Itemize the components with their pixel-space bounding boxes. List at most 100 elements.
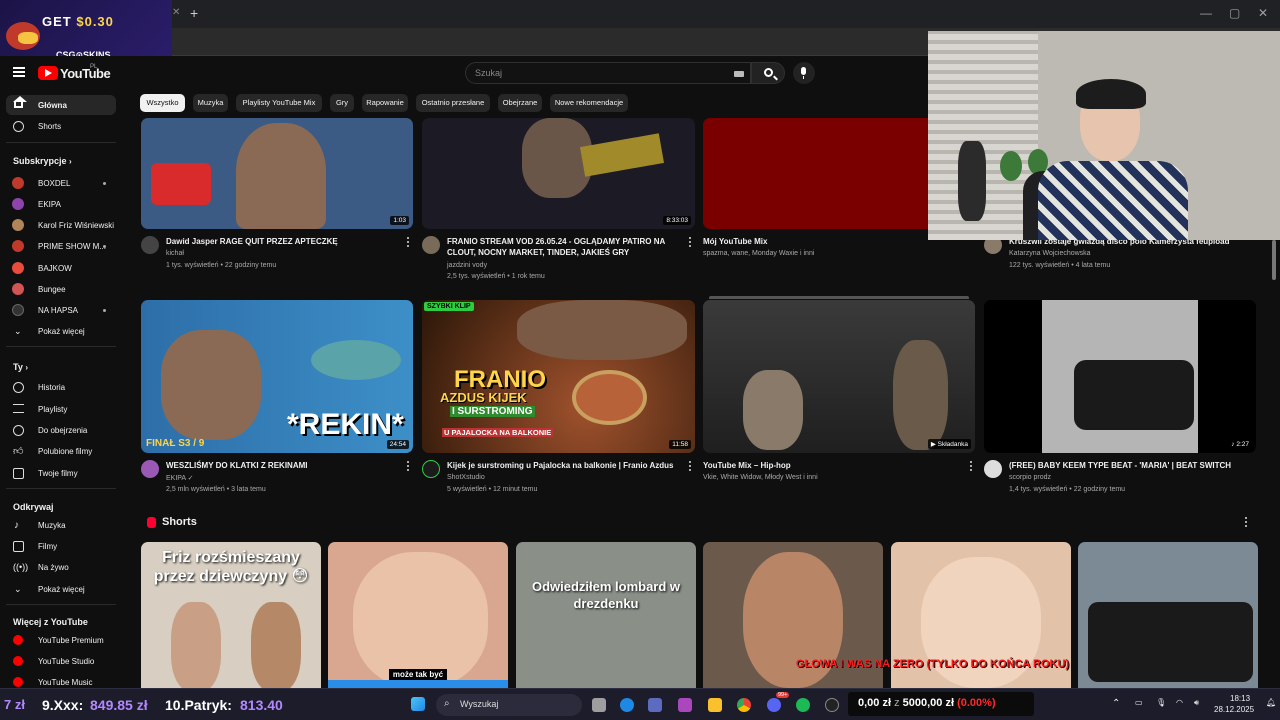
sidebar-item-ekipa[interactable]: EKIPA bbox=[6, 194, 116, 214]
chip-games[interactable]: Gry bbox=[330, 94, 354, 112]
sidebar-item-music[interactable]: ♪ Muzyka bbox=[6, 515, 116, 535]
search-button[interactable] bbox=[751, 62, 785, 84]
you-heading[interactable]: Ty › bbox=[13, 362, 28, 372]
wifi-icon[interactable]: ◠ bbox=[1176, 698, 1183, 707]
close-window-button[interactable]: ✕ bbox=[1258, 6, 1268, 20]
video-thumbnail[interactable]: ♪ 2:27 bbox=[984, 300, 1256, 453]
sidebar-item-boxdel[interactable]: BOXDEL bbox=[6, 173, 116, 193]
chrome-icon[interactable] bbox=[737, 698, 751, 712]
sidebar-show-more-subs[interactable]: ⌄ Pokaż więcej bbox=[6, 321, 116, 341]
voice-search-button[interactable] bbox=[793, 62, 815, 84]
obs-icon[interactable] bbox=[825, 698, 839, 712]
short-card[interactable] bbox=[1078, 542, 1258, 688]
sidebar-item-karol-friz[interactable]: Karol Friz Wiśniewski bbox=[6, 215, 116, 235]
more-options-icon[interactable] bbox=[689, 461, 692, 471]
copilot-icon[interactable] bbox=[678, 698, 692, 712]
more-options-icon[interactable] bbox=[689, 237, 692, 247]
new-tab-button[interactable]: + bbox=[190, 5, 198, 21]
microphone-icon[interactable]: 🎙︎ bbox=[1156, 698, 1166, 707]
hamburger-menu-icon[interactable] bbox=[13, 67, 25, 77]
minimize-button[interactable]: — bbox=[1200, 6, 1212, 20]
short-card[interactable]: Friz rozśmieszany przez dziewczyny 😳 bbox=[141, 542, 321, 688]
notifications-icon[interactable]: 🔔︎ bbox=[1266, 698, 1276, 707]
channel-avatar[interactable] bbox=[422, 460, 440, 478]
video-title[interactable]: YouTube Mix – Hip-hop bbox=[703, 460, 953, 471]
video-channel[interactable]: jazdzini vody bbox=[447, 262, 487, 269]
video-channel[interactable]: ShotXstudio bbox=[447, 474, 485, 481]
keyboard-icon[interactable] bbox=[734, 71, 744, 77]
chip-all[interactable]: Wszystko bbox=[140, 94, 185, 112]
sidebar-item-home[interactable]: Główna bbox=[6, 95, 116, 115]
restore-button[interactable]: ▢ bbox=[1229, 6, 1240, 20]
video-title[interactable]: FRANIO STREAM VOD 26.05.24 - OGLĄDAMY PA… bbox=[447, 236, 677, 258]
chip-recently-uploaded[interactable]: Ostatnio przesłane bbox=[416, 94, 490, 112]
network-drive-icon[interactable]: ▭ bbox=[1135, 698, 1143, 707]
page-scrollbar[interactable] bbox=[1272, 240, 1276, 280]
chip-youtube-mix[interactable]: Playlisty YouTube Mix bbox=[236, 94, 322, 112]
video-thumbnail[interactable]: SZYBKI KLIP FRANIO AZDUS KIJEK I SURSTRO… bbox=[422, 300, 695, 453]
clock-date[interactable]: 28.12.2025 bbox=[1214, 705, 1254, 714]
sidebar-item-youtube-studio[interactable]: YouTube Studio bbox=[6, 651, 116, 671]
video-thumbnail[interactable]: 1:03 bbox=[141, 118, 413, 229]
clock-time[interactable]: 18:13 bbox=[1230, 694, 1250, 703]
sidebar-show-more-explore[interactable]: ⌄ Pokaż więcej bbox=[6, 579, 116, 599]
video-channel[interactable]: scorpio prodz bbox=[1009, 474, 1051, 481]
sidebar-item-playlists[interactable]: Playlisty bbox=[6, 399, 116, 419]
chip-rap[interactable]: Rapowanie bbox=[362, 94, 408, 112]
sidebar-item-liked[interactable]: 👍︎ Polubione filmy bbox=[6, 441, 116, 461]
sidebar-item-prime-show[interactable]: PRIME SHOW M... bbox=[6, 236, 116, 256]
file-explorer-icon[interactable] bbox=[708, 698, 722, 712]
video-title[interactable]: (FREE) BABY KEEM TYPE BEAT - 'MARIA' | B… bbox=[1009, 460, 1249, 471]
youtube-logo-text[interactable]: YouTube bbox=[60, 66, 111, 81]
chip-new-recommendations[interactable]: Nowe rekomendacje bbox=[550, 94, 628, 112]
mix-thumbnail[interactable]: ▶ Składanka bbox=[703, 300, 975, 453]
sidebar-item-bungee[interactable]: Bungee bbox=[6, 279, 116, 299]
sidebar-item-your-videos[interactable]: Twoje filmy bbox=[6, 463, 116, 483]
youtube-logo-icon[interactable] bbox=[38, 66, 58, 80]
channel-avatar[interactable] bbox=[141, 236, 159, 254]
discord-icon[interactable] bbox=[767, 698, 781, 712]
sidebar-item-na-hapsa[interactable]: NA HAPSA bbox=[6, 300, 116, 320]
channel-avatar[interactable] bbox=[422, 236, 440, 254]
video-channel[interactable]: EKIPA ✓ bbox=[166, 474, 194, 482]
video-title[interactable]: WESZLIŚMY DO KLATKI Z REKINAMI bbox=[166, 460, 396, 471]
store-icon[interactable] bbox=[648, 698, 662, 712]
sidebar-item-watch-later[interactable]: Do obejrzenia bbox=[6, 420, 116, 440]
video-title[interactable]: Dawid Jasper RAGE QUIT PRZEZ APTECZKĘ bbox=[166, 236, 396, 247]
video-thumbnail[interactable]: 8:33:03 bbox=[422, 118, 695, 229]
taskbar-search[interactable]: ⌕ Wyszukaj bbox=[436, 694, 582, 716]
channel-avatar[interactable] bbox=[141, 460, 159, 478]
video-channel[interactable]: spazma, wane, Monday Waxie i inni bbox=[703, 250, 814, 257]
subscriptions-heading[interactable]: Subskrypcje › bbox=[13, 156, 72, 166]
video-title[interactable]: Mój YouTube Mix bbox=[703, 236, 953, 247]
sidebar-item-movies[interactable]: Filmy bbox=[6, 536, 116, 556]
video-channel[interactable]: Vkie, White Widow, Młody West i inni bbox=[703, 474, 818, 481]
search-input[interactable] bbox=[475, 68, 695, 78]
sidebar-item-history[interactable]: Historia bbox=[6, 377, 116, 397]
volume-icon[interactable]: 🔊︎ bbox=[1194, 698, 1199, 708]
more-options-icon[interactable] bbox=[970, 461, 973, 471]
shorts-more-options-icon[interactable] bbox=[1245, 517, 1248, 527]
chip-watched[interactable]: Obejrzane bbox=[498, 94, 542, 112]
sidebar-item-shorts[interactable]: Shorts bbox=[6, 116, 116, 136]
chevron-up-icon[interactable]: ⌃ bbox=[1112, 698, 1120, 709]
more-options-icon[interactable] bbox=[407, 237, 410, 247]
short-card[interactable]: Odwiedziłem lombard w drezdenku bbox=[516, 542, 696, 688]
video-channel[interactable]: kichał bbox=[166, 250, 184, 257]
chip-music[interactable]: Muzyka bbox=[193, 94, 228, 112]
windows-start-icon[interactable] bbox=[411, 697, 425, 711]
sidebar-item-youtube-premium[interactable]: YouTube Premium bbox=[6, 630, 116, 650]
channel-avatar[interactable] bbox=[984, 460, 1002, 478]
video-thumbnail[interactable]: *REKIN* FINAŁ S3 / 9 24:54 bbox=[141, 300, 413, 453]
video-channel[interactable]: Katarzyna Wojciechowska bbox=[1009, 250, 1091, 257]
tab-close-icon[interactable]: ✕ bbox=[172, 7, 180, 18]
short-card[interactable]: może tak być bbox=[328, 542, 508, 688]
search-box[interactable] bbox=[465, 62, 751, 84]
more-options-icon[interactable] bbox=[407, 461, 410, 471]
video-title[interactable]: Kijek je surstroming u Pajalocka na balk… bbox=[447, 460, 687, 471]
sidebar-item-bajkow[interactable]: BAJKOW bbox=[6, 258, 116, 278]
edge-icon[interactable] bbox=[620, 698, 634, 712]
task-view-icon[interactable] bbox=[592, 698, 606, 712]
spotify-icon[interactable] bbox=[796, 698, 810, 712]
sidebar-item-live[interactable]: ((•)) Na żywo bbox=[6, 557, 116, 577]
